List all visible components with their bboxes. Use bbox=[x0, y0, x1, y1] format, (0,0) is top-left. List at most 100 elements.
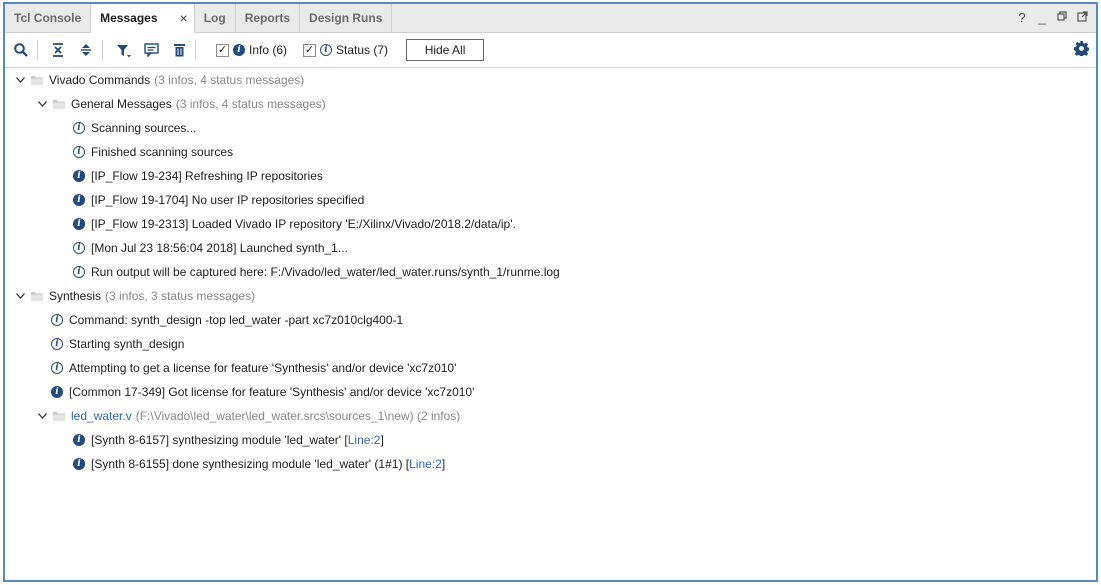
folder-icon bbox=[53, 411, 65, 421]
toolbar: ✓ i Info (6) ✓ i Status (7) Hide All bbox=[5, 33, 1096, 68]
message-row[interactable]: i [Mon Jul 23 18:56:04 2018] Launched sy… bbox=[73, 237, 348, 259]
info-icon: i bbox=[73, 170, 85, 182]
message-row[interactable]: i Scanning sources... bbox=[73, 117, 196, 139]
search-icon[interactable] bbox=[9, 38, 33, 62]
checkbox-check-icon[interactable]: ✓ bbox=[303, 43, 317, 57]
chevron-down-icon[interactable] bbox=[15, 293, 25, 299]
message-text: Starting synth_design bbox=[69, 337, 185, 351]
expand-all-icon[interactable] bbox=[74, 38, 98, 62]
message-text: [IP_Flow 19-1704] No user IP repositorie… bbox=[91, 193, 365, 207]
tree-group-general-messages[interactable]: General Messages (3 infos, 4 status mess… bbox=[37, 93, 326, 115]
tab-label: Messages bbox=[100, 11, 158, 25]
info-icon: i bbox=[73, 458, 85, 470]
collapse-all-icon[interactable] bbox=[46, 38, 70, 62]
status-icon: i bbox=[320, 44, 333, 56]
message-row[interactable]: i Finished scanning sources bbox=[73, 141, 233, 163]
message-text: [Mon Jul 23 18:56:04 2018] Launched synt… bbox=[91, 241, 348, 255]
float-icon[interactable] bbox=[1076, 10, 1088, 25]
message-row[interactable]: i Command: synth_design -top led_water -… bbox=[51, 309, 403, 331]
status-icon: i bbox=[73, 266, 85, 278]
message-text: Command: synth_design -top led_water -pa… bbox=[69, 313, 404, 327]
message-text: [Synth 8-6155] done synthesizing module … bbox=[91, 457, 410, 471]
status-filter-label: Status (7) bbox=[336, 43, 389, 57]
tab-bar: Tcl Console Messages × Log Reports Desig… bbox=[5, 4, 1096, 33]
toolbar-divider bbox=[195, 40, 196, 60]
delete-icon[interactable] bbox=[167, 38, 191, 62]
status-filter-checkbox[interactable]: ✓ i Status (7) bbox=[303, 43, 388, 57]
folder-icon bbox=[31, 291, 43, 301]
message-text: [IP_Flow 19-2313] Loaded Vivado IP repos… bbox=[91, 217, 516, 231]
chevron-down-icon[interactable] bbox=[37, 413, 47, 419]
tab-label: Log bbox=[203, 11, 226, 25]
source-file-link[interactable]: led_water.v bbox=[71, 409, 132, 423]
tab-design-runs[interactable]: Design Runs bbox=[300, 4, 393, 32]
group-label: Synthesis bbox=[49, 289, 102, 303]
message-row[interactable]: i [Common 17-349] Got license for featur… bbox=[51, 381, 474, 403]
message-text: Run output will be captured here: F:/Viv… bbox=[91, 265, 560, 279]
group-count: (3 infos, 3 status messages) bbox=[105, 289, 256, 303]
tree-group-vivado-commands[interactable]: Vivado Commands (3 infos, 4 status messa… bbox=[15, 69, 304, 91]
tab-label: Tcl Console bbox=[14, 11, 82, 25]
messages-panel: Tcl Console Messages × Log Reports Desig… bbox=[3, 2, 1098, 582]
message-text: Scanning sources... bbox=[91, 121, 197, 135]
filter-icon[interactable] bbox=[111, 38, 135, 62]
tab-log[interactable]: Log bbox=[195, 4, 236, 32]
message-row[interactable]: i [IP_Flow 19-2313] Loaded Vivado IP rep… bbox=[73, 213, 516, 235]
message-row[interactable]: i [Synth 8-6155] done synthesizing modul… bbox=[73, 453, 445, 475]
tree-group-synthesis[interactable]: Synthesis (3 infos, 3 status messages) bbox=[15, 285, 255, 307]
info-icon: i bbox=[73, 194, 85, 206]
help-icon[interactable]: ? bbox=[1016, 10, 1028, 25]
message-row[interactable]: i [IP_Flow 19-234] Refreshing IP reposit… bbox=[73, 165, 323, 187]
message-text: Attempting to get a license for feature … bbox=[69, 361, 457, 375]
info-filter-checkbox[interactable]: ✓ i Info (6) bbox=[216, 43, 287, 57]
info-filter-label: Info (6) bbox=[249, 43, 288, 57]
status-icon: i bbox=[73, 242, 85, 254]
info-icon: i bbox=[73, 434, 85, 446]
message-suffix: ] bbox=[380, 433, 384, 447]
message-text: [Common 17-349] Got license for feature … bbox=[69, 385, 475, 399]
line-link[interactable]: Line:2 bbox=[409, 457, 442, 471]
comment-icon[interactable] bbox=[139, 38, 163, 62]
message-suffix: ] bbox=[441, 457, 446, 471]
group-count: (3 infos, 4 status messages) bbox=[154, 73, 305, 87]
status-icon: i bbox=[51, 362, 63, 374]
message-text: Finished scanning sources bbox=[91, 145, 234, 159]
message-row[interactable]: i Run output will be captured here: F:/V… bbox=[73, 261, 560, 283]
tree-group-led-water-file[interactable]: led_water.v (F:\Vivado\led_water\led_wat… bbox=[37, 405, 460, 427]
message-text: [Synth 8-6157] synthesizing module 'led_… bbox=[91, 433, 348, 447]
restore-icon[interactable] bbox=[1056, 10, 1068, 25]
tab-tcl-console[interactable]: Tcl Console bbox=[5, 4, 92, 32]
group-label: Vivado Commands bbox=[49, 73, 151, 87]
info-icon: i bbox=[73, 218, 85, 230]
folder-icon bbox=[31, 75, 43, 85]
status-icon: i bbox=[51, 314, 63, 326]
info-icon: i bbox=[51, 386, 63, 398]
tab-label: Reports bbox=[244, 11, 291, 25]
close-icon[interactable]: × bbox=[180, 10, 188, 26]
group-count: (3 infos, 4 status messages) bbox=[175, 97, 326, 111]
settings-icon[interactable] bbox=[1074, 41, 1090, 59]
chevron-down-icon[interactable] bbox=[37, 101, 47, 107]
tab-messages[interactable]: Messages × bbox=[91, 4, 195, 33]
checkbox-check-icon[interactable]: ✓ bbox=[216, 43, 229, 57]
message-text: [IP_Flow 19-234] Refreshing IP repositor… bbox=[91, 169, 323, 183]
message-row[interactable]: i [Synth 8-6157] synthesizing module 'le… bbox=[73, 429, 384, 451]
status-icon: i bbox=[73, 122, 85, 134]
line-link[interactable]: Line:2 bbox=[348, 433, 381, 447]
window-controls: ? _ bbox=[1016, 10, 1088, 25]
message-row[interactable]: i Starting synth_design bbox=[51, 333, 184, 355]
folder-icon bbox=[53, 99, 65, 109]
tab-label: Design Runs bbox=[309, 11, 383, 25]
status-icon: i bbox=[73, 146, 85, 158]
hide-all-button[interactable]: Hide All bbox=[406, 39, 485, 61]
minimize-icon[interactable]: _ bbox=[1036, 10, 1048, 25]
message-row[interactable]: i [IP_Flow 19-1704] No user IP repositor… bbox=[73, 189, 364, 211]
toolbar-divider bbox=[37, 40, 38, 60]
file-path: (F:\Vivado\led_water\led_water.srcs\sour… bbox=[135, 409, 461, 423]
info-icon: i bbox=[233, 44, 245, 56]
tab-reports[interactable]: Reports bbox=[236, 4, 301, 32]
chevron-down-icon[interactable] bbox=[15, 77, 25, 83]
message-row[interactable]: i Attempting to get a license for featur… bbox=[51, 357, 456, 379]
group-label: General Messages bbox=[71, 97, 172, 111]
toolbar-divider bbox=[102, 40, 103, 60]
